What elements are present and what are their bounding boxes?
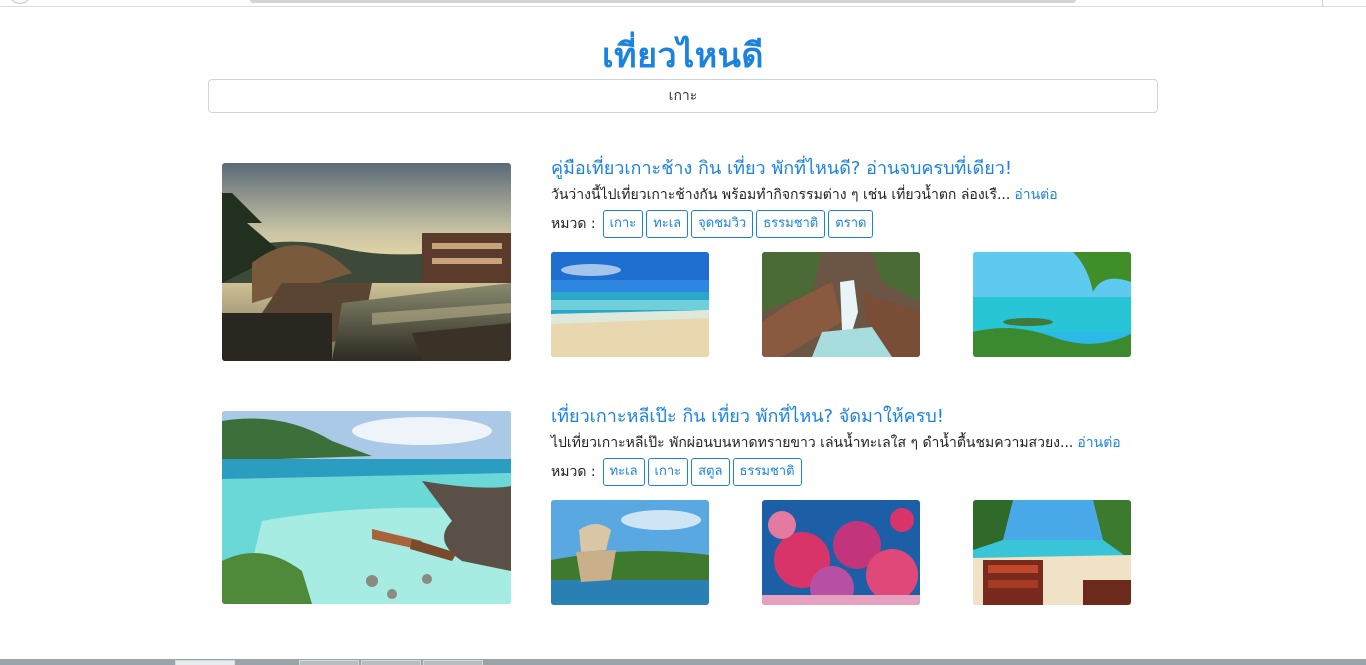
site-title[interactable]: เที่ยวไหนดี bbox=[0, 28, 1366, 82]
category-tag[interactable]: ตราด bbox=[828, 210, 874, 238]
article-card: เที่ยวเกาะหลีเป๊ะ กิน เที่ยว พักที่ไหน? … bbox=[222, 401, 1142, 611]
category-tag[interactable]: ทะเล bbox=[602, 458, 645, 486]
taskbar-tab[interactable] bbox=[299, 660, 359, 665]
article-excerpt: ไปเที่ยวเกาะหลีเป๊ะ พักผ่อนบนหาดทรายขาว … bbox=[551, 432, 1121, 454]
browser-divider bbox=[1322, 0, 1323, 7]
article-excerpt-text: วันว่างนี้ไปเที่ยวเกาะช้างกัน พร้อมทำกิจ… bbox=[551, 187, 1011, 203]
article-title[interactable]: เที่ยวเกาะหลีเป๊ะ กิน เที่ยว พักที่ไหน? … bbox=[551, 401, 944, 430]
category-tag[interactable]: เกาะ bbox=[647, 458, 689, 486]
category-tag[interactable]: ทะเล bbox=[646, 210, 689, 238]
browser-button-icon[interactable] bbox=[8, 0, 32, 4]
taskbar-tab[interactable] bbox=[175, 660, 235, 665]
taskbar-tab[interactable] bbox=[361, 660, 421, 665]
category-tag[interactable]: ธรรมชาติ bbox=[732, 458, 802, 486]
taskbar-edge bbox=[0, 659, 1366, 665]
article-card: คู่มือเที่ยวเกาะช้าง กิน เที่ยว พักที่ไห… bbox=[222, 153, 1142, 363]
category-tag[interactable]: จุดชมวิว bbox=[691, 210, 754, 238]
article-categories: หมวด : เกาะ ทะเล จุดชมวิว ธรรมชาติ ตราด bbox=[551, 210, 874, 238]
gallery-thumbnail[interactable] bbox=[973, 252, 1131, 357]
gallery-thumbnail[interactable] bbox=[551, 500, 709, 605]
article-title[interactable]: คู่มือเที่ยวเกาะช้าง กิน เที่ยว พักที่ไห… bbox=[551, 153, 1012, 182]
browser-address-bar-edge[interactable] bbox=[250, 0, 1076, 3]
article-cover-image[interactable] bbox=[222, 411, 511, 604]
category-label: หมวด : bbox=[551, 216, 596, 232]
category-tag[interactable]: สตูล bbox=[691, 458, 730, 486]
browser-top-edge bbox=[0, 0, 1366, 7]
gallery-thumbnail[interactable] bbox=[762, 500, 920, 605]
article-categories: หมวด : ทะเล เกาะ สตูล ธรรมชาติ bbox=[551, 458, 802, 486]
article-cover-image[interactable] bbox=[222, 163, 511, 361]
article-excerpt: วันว่างนี้ไปเที่ยวเกาะช้างกัน พร้อมทำกิจ… bbox=[551, 184, 1058, 206]
article-excerpt-text: ไปเที่ยวเกาะหลีเป๊ะ พักผ่อนบนหาดทรายขาว … bbox=[551, 435, 1074, 451]
category-tag[interactable]: ธรรมชาติ bbox=[756, 210, 826, 238]
read-more-link[interactable]: อ่านต่อ bbox=[1014, 187, 1057, 203]
read-more-link[interactable]: อ่านต่อ bbox=[1077, 435, 1120, 451]
taskbar-tab[interactable] bbox=[423, 660, 483, 665]
category-label: หมวด : bbox=[551, 464, 596, 480]
search-input[interactable] bbox=[208, 79, 1158, 113]
gallery-thumbnail[interactable] bbox=[973, 500, 1131, 605]
category-tag[interactable]: เกาะ bbox=[602, 210, 644, 238]
gallery-thumbnail[interactable] bbox=[551, 252, 709, 357]
gallery-thumbnail[interactable] bbox=[762, 252, 920, 357]
